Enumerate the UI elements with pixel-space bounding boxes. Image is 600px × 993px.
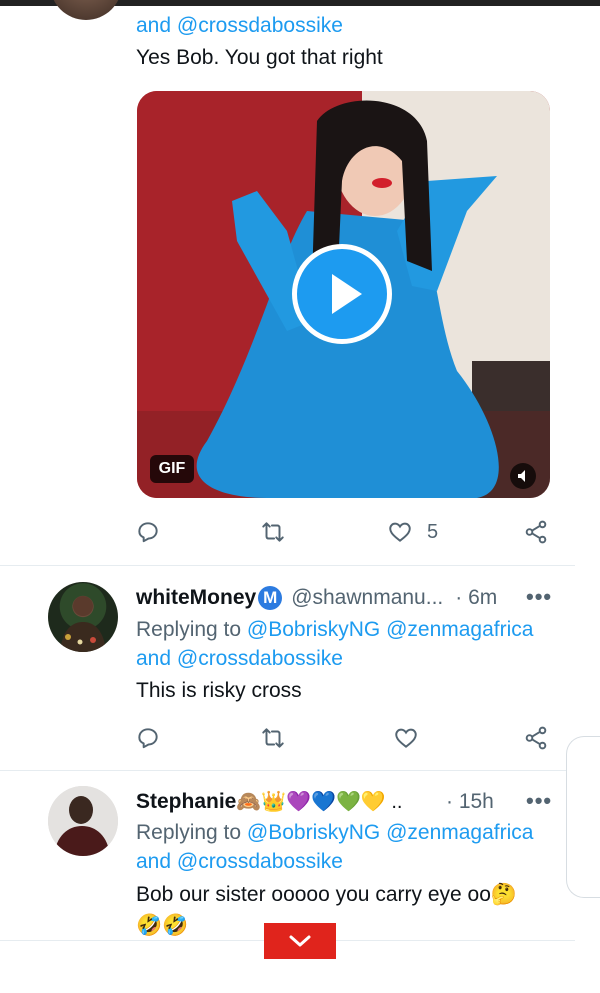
retweet-button[interactable] [260,516,286,548]
gif-badge: GIF [150,455,194,483]
reply-button[interactable] [135,722,161,754]
tweet-time[interactable]: · 6m [455,584,497,612]
gif-media[interactable]: GIF [137,91,550,498]
like-count: 5 [427,520,439,543]
heart-icon [395,728,417,748]
like-button[interactable] [393,722,419,754]
avatar[interactable] [48,582,118,652]
volume-icon[interactable] [510,463,536,489]
retweet-button[interactable] [260,722,286,754]
share-button[interactable] [523,722,549,754]
tweet-text: Bob our sister ooooo you carry eye oo🤔 [136,883,518,906]
retweet-icon [262,522,284,542]
replying-to-mentions[interactable]: @BobriskyNG @zenmagafrica [247,821,534,844]
more-options-icon[interactable]: ••• [526,788,552,814]
retweet-icon [262,728,284,748]
replying-to-mentions[interactable]: @BobriskyNG @zenmagafrica [247,618,534,641]
replying-to-mentions-line2[interactable]: and @crossdabossike [136,645,343,673]
replying-to: Replying to @BobriskyNG @zenmagafrica [136,819,533,847]
more-options-icon[interactable]: ••• [526,584,552,610]
tweet-text: This is risky cross [136,679,302,702]
display-name[interactable]: whiteMoney [136,584,256,612]
display-name[interactable]: Stephanie [136,790,236,813]
share-button[interactable] [523,516,549,548]
tweet-divider [0,770,575,771]
replying-to: Replying to @BobriskyNG @zenmagafrica [136,616,533,644]
avatar[interactable] [50,0,122,20]
replying-to-label: Replying to [136,618,242,641]
display-name-emoji: 🙈👑💜💙💚💛 .. [236,791,403,813]
reply-icon [138,522,158,543]
chevron-down-icon [289,935,311,947]
reply-icon [138,728,158,749]
replying-to-mentions-line2[interactable]: and @crossdabossike [136,848,343,876]
avatar[interactable] [48,786,118,856]
tweet-actions [135,722,555,754]
like-button[interactable]: 5 [387,516,438,548]
share-icon [525,726,547,750]
share-icon [525,520,547,544]
tweet-text: Yes Bob. You got that right [136,46,383,69]
tweet-header: Stephanie🙈👑💜💙💚💛 .. [136,788,402,816]
tweet-text-line2: 🤣🤣 [136,914,189,937]
side-panel-handle[interactable] [566,736,600,898]
replying-to-label: Replying to [136,821,242,844]
replying-to-mentions[interactable]: and @crossdabossike [136,12,343,40]
play-icon [332,274,362,314]
tweet-header: whiteMoney M @shawnmanu... · 6m [136,584,497,612]
tweet-time[interactable]: · 15h [446,788,494,816]
play-button[interactable] [292,244,392,344]
heart-icon [389,522,411,542]
verified-badge-icon: M [258,586,283,610]
reply-button[interactable] [135,516,161,548]
scroll-down-button[interactable] [264,923,336,959]
user-handle[interactable]: @shawnmanu... [291,584,443,612]
tweet-actions: 5 [135,516,555,548]
tweet-divider [0,565,575,566]
